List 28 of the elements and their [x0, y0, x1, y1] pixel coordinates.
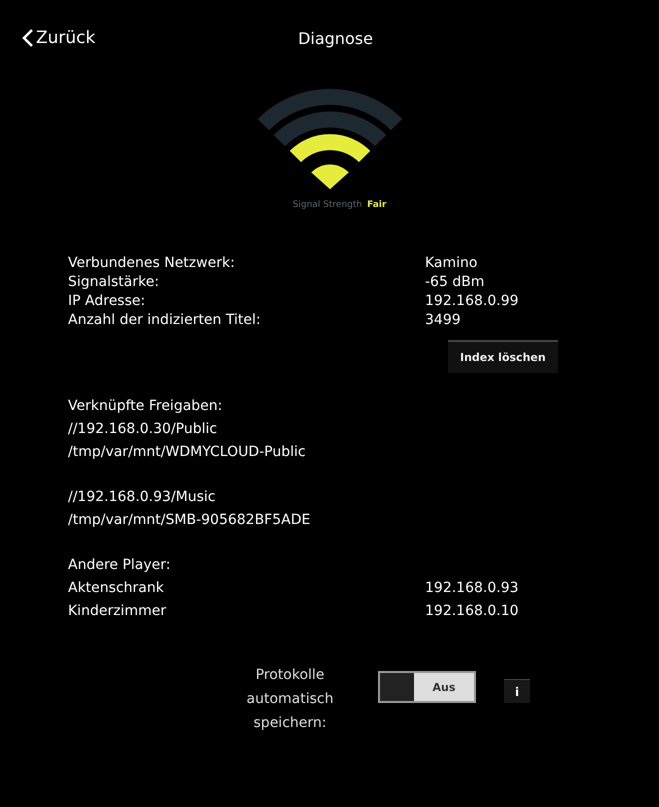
- info-label: Signalstärke:: [68, 273, 160, 292]
- mount-path: /tmp/var/mnt/SMB-905682BF5ADE: [68, 511, 312, 530]
- player-name: Aktenschrank: [68, 579, 165, 598]
- player-name: Kinderzimmer: [68, 602, 168, 621]
- share-path: //192.168.0.30/Public: [68, 420, 218, 439]
- info-value: 3499: [425, 311, 462, 330]
- logging-label: Protokolle automatisch speichern:: [246, 666, 334, 733]
- back-link[interactable]: Zurück: [22, 28, 142, 48]
- info-label: IP Adresse:: [68, 292, 146, 311]
- info-value: 192.168.0.99: [425, 292, 520, 311]
- back-label: Zurück: [36, 28, 96, 48]
- signal-rating: Fair: [367, 200, 386, 210]
- chevron-left-icon: [22, 28, 34, 48]
- page-title: Diagnose: [297, 28, 374, 48]
- player-ip: 192.168.0.10: [425, 602, 520, 621]
- share-path: //192.168.0.93/Music: [68, 488, 216, 507]
- info-button[interactable]: i: [504, 679, 530, 703]
- section-title: Verknüpfte Freigaben:: [68, 397, 224, 416]
- signal-strength-label: Signal Strength: [292, 200, 362, 210]
- info-value: Kamino: [425, 254, 478, 273]
- player-ip: 192.168.0.93: [425, 579, 520, 598]
- info-label: Verbundenes Netzwerk:: [68, 254, 236, 273]
- logging-toggle[interactable]: Aus: [378, 671, 476, 703]
- mount-path: /tmp/var/mnt/WDMYCLOUD-Public: [68, 443, 307, 462]
- clear-index-button[interactable]: Index löschen: [448, 340, 558, 373]
- section-title: Andere Player:: [68, 556, 172, 575]
- info-label: Anzahl der indizierten Titel:: [68, 311, 262, 330]
- info-value: -65 dBm: [425, 273, 486, 292]
